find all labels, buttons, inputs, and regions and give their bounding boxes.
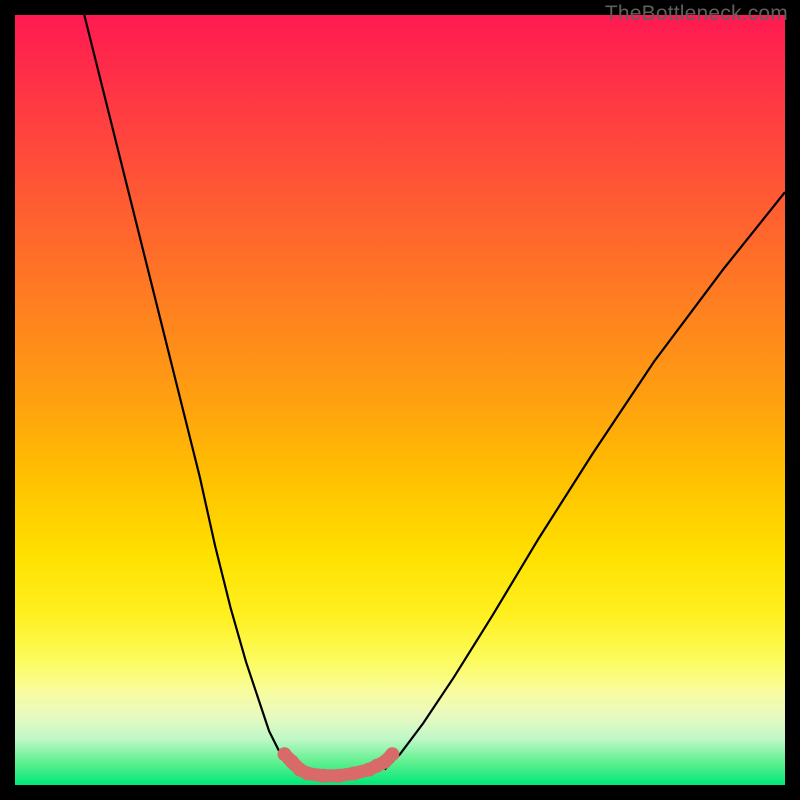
outer-frame: TheBottleneck.com [0,0,800,800]
watermark-text: TheBottleneck.com [605,2,788,26]
right-curve [385,192,785,770]
valley-dot [347,767,361,781]
valley-dot [316,769,330,783]
curve-overlay [15,15,785,785]
valley-dot [331,769,345,783]
left-curve [84,15,292,770]
valley-marker-dots [278,747,400,783]
valley-dot [385,747,399,761]
valley-dot [301,767,315,781]
plot-area [15,15,785,785]
